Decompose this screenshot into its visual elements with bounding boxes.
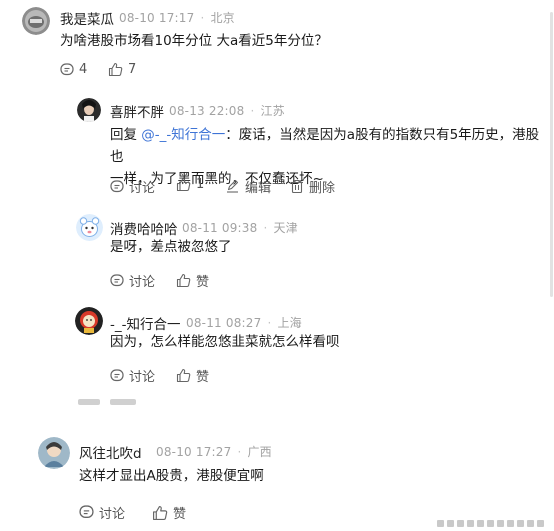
scrollbar-thumb[interactable] [550, 12, 553, 297]
reply-prefix: 回复 [110, 127, 142, 143]
comment-meta: 08-10 17:27 · 广西 [156, 445, 272, 459]
comment-meta: 08-11 08:27 · 上海 [186, 316, 302, 330]
comment-icon [110, 179, 124, 192]
like-button[interactable]: 赞 [152, 503, 186, 522]
edit-icon [227, 179, 239, 193]
mention-link[interactable]: @-_-知行合一 [141, 127, 225, 143]
cropped-action-row [78, 399, 148, 405]
comment-text: 为啥港股市场看10年分位 大a看近5年分位？ [60, 33, 328, 49]
avatar[interactable] [22, 7, 50, 35]
comment-location: 上海 [277, 316, 302, 330]
comment-icon [79, 505, 94, 518]
comment-date: 08-11 09:38 [182, 221, 258, 235]
comment-meta: 08-11 09:38 · 天津 [182, 221, 298, 235]
reply-text: 是呀，差点被忽悠了 [110, 239, 232, 255]
delete-label: 删除 [309, 181, 336, 196]
thumbs-up-icon [176, 177, 191, 192]
like-count: 1 [196, 177, 205, 192]
author-name[interactable]: 我是菜瓜 [60, 8, 114, 28]
like-button[interactable]: 7 [108, 62, 136, 77]
like-button[interactable]: 赞 [176, 366, 209, 385]
comment-icon [110, 273, 124, 286]
comment-date: 08-10 17:17 [119, 11, 195, 25]
avatar[interactable] [77, 98, 101, 122]
author-name[interactable]: 风往北吹d [79, 442, 142, 462]
comment-location: 北京 [210, 11, 235, 25]
discuss-button[interactable]: 讨论 [110, 366, 155, 385]
reply-text: 因为，怎么样能忽悠韭菜就怎么样看呗 [110, 334, 340, 350]
comment-icon [110, 368, 124, 381]
discuss-button[interactable]: 讨论 [79, 503, 125, 522]
comment-icon [60, 62, 74, 75]
watermark-strip [437, 512, 554, 527]
comment-location: 江苏 [260, 104, 285, 118]
reply-count: 4 [79, 62, 88, 77]
author-name[interactable]: 消费哈哈哈 [110, 218, 178, 238]
discuss-label: 讨论 [99, 507, 126, 522]
avatar[interactable] [75, 307, 103, 335]
like-button[interactable]: 1 [176, 177, 204, 192]
like-label: 赞 [196, 275, 210, 290]
thumbs-up-icon [176, 273, 191, 288]
like-label: 赞 [196, 370, 210, 385]
like-label: 赞 [173, 507, 187, 522]
avatar[interactable] [38, 437, 70, 469]
avatar[interactable] [76, 214, 103, 241]
discuss-button[interactable]: 讨论 [110, 177, 155, 196]
discuss-label: 讨论 [129, 181, 156, 196]
discuss-label: 讨论 [129, 370, 156, 385]
author-name[interactable]: 喜胖不胖 [110, 101, 164, 121]
discuss-label: 讨论 [129, 275, 156, 290]
thumbs-up-icon [153, 505, 168, 520]
like-button[interactable]: 赞 [176, 271, 209, 290]
comment-meta: 08-13 22:08 · 江苏 [169, 104, 285, 118]
edit-button[interactable]: 编辑 [225, 177, 271, 196]
thumbs-up-icon [176, 368, 191, 383]
comment-location: 天津 [273, 221, 298, 235]
comment-date: 08-11 08:27 [186, 316, 262, 330]
comment-meta: 08-10 17:17 · 北京 [119, 11, 235, 25]
edit-label: 编辑 [245, 181, 272, 196]
scrollbar[interactable] [548, 0, 554, 531]
discuss-button[interactable]: 讨论 [110, 271, 155, 290]
thumbs-up-icon [108, 62, 123, 77]
comment-date: 08-13 22:08 [169, 104, 245, 118]
comment-date: 08-10 17:27 [156, 445, 232, 459]
trash-icon [291, 179, 303, 194]
like-count: 7 [128, 62, 137, 77]
comment-text: 这样才显出A股贵，港股便宜啊 [79, 468, 264, 484]
reply-count-button[interactable]: 4 [60, 62, 87, 77]
comment-location: 广西 [247, 445, 272, 459]
delete-button[interactable]: 删除 [290, 177, 335, 196]
author-name[interactable]: -_-知行合一 [110, 313, 181, 333]
